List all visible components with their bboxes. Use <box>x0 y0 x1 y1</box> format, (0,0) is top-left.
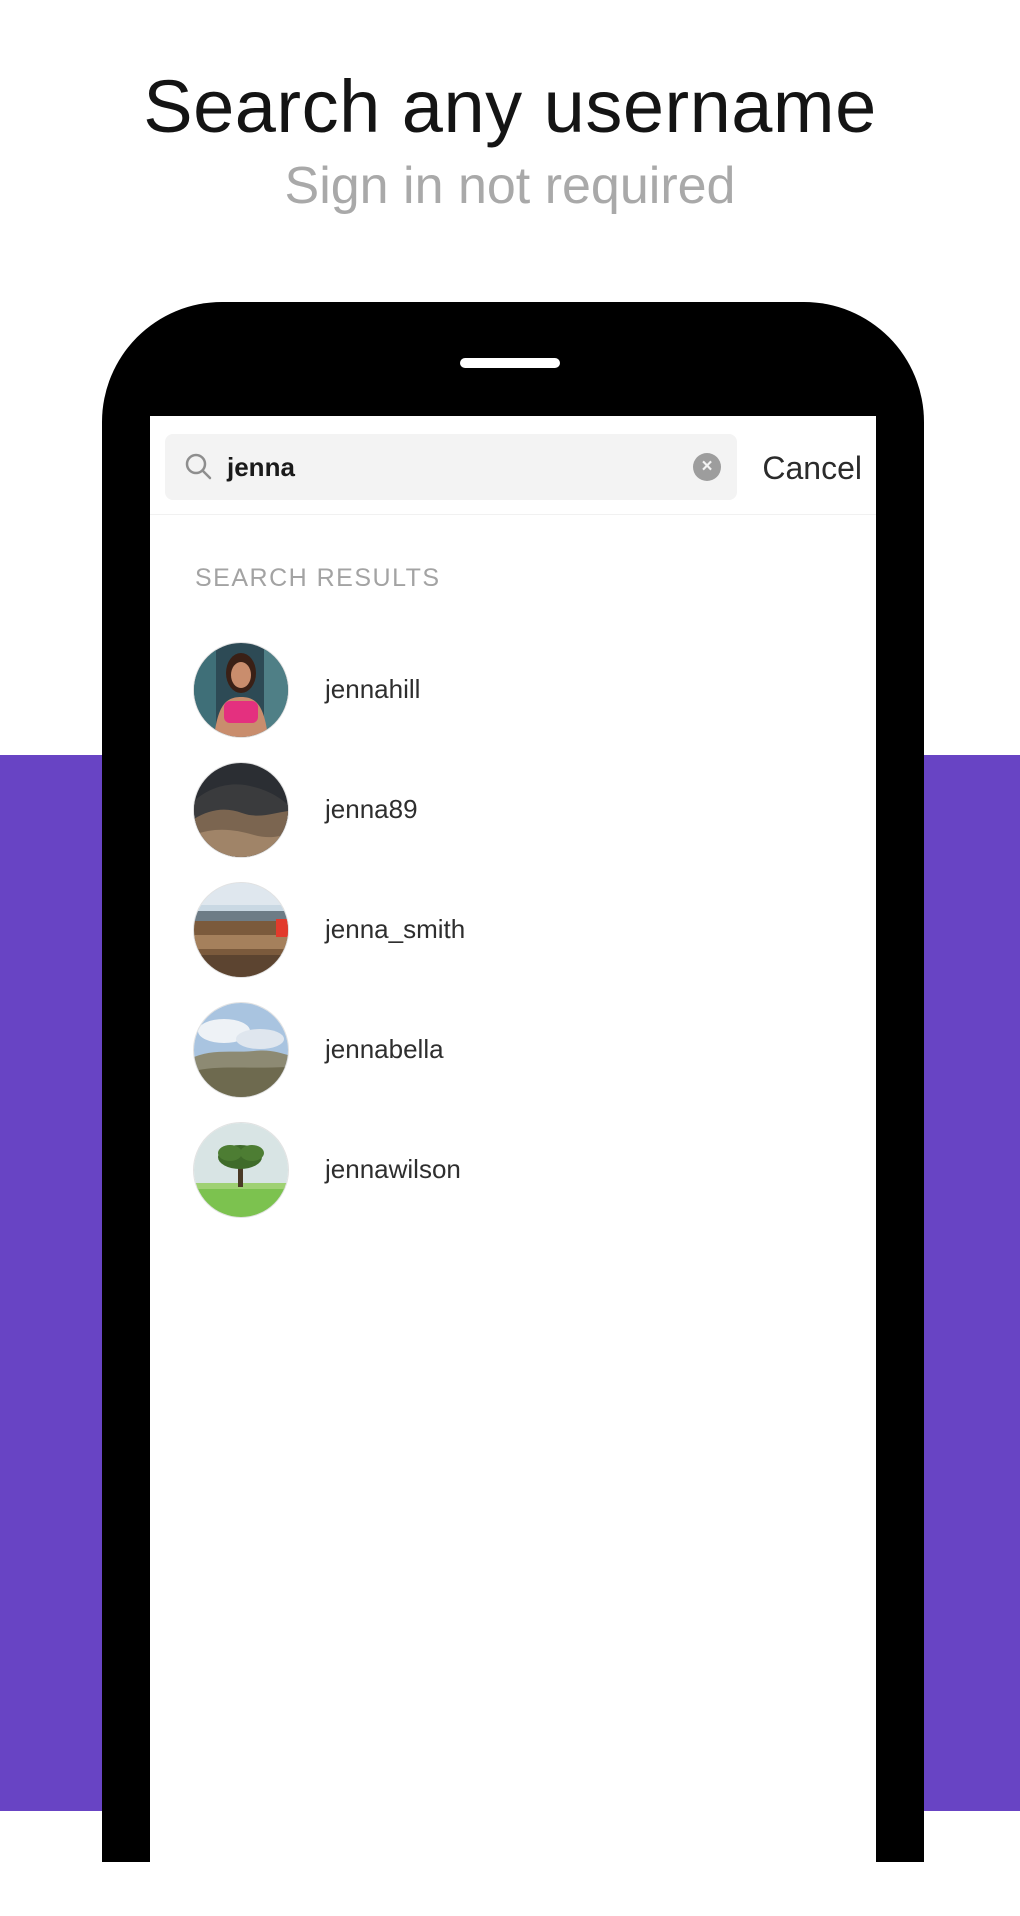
avatar <box>193 762 289 858</box>
list-item[interactable]: jennawilson <box>150 1112 876 1232</box>
page-title: Search any username <box>143 65 877 148</box>
list-item[interactable]: jenna_smith <box>150 872 876 992</box>
search-input[interactable]: jenna × <box>165 434 737 500</box>
list-item[interactable]: jennahill <box>150 632 876 752</box>
avatar <box>193 882 289 978</box>
list-item[interactable]: jenna89 <box>150 752 876 872</box>
phone-screen: jenna × Cancel SEARCH RESULTS jennahill … <box>150 416 876 1916</box>
avatar <box>193 1002 289 1098</box>
username: jennahill <box>325 674 421 704</box>
page-subtitle: Sign in not required <box>284 157 736 215</box>
phone-speaker <box>460 358 560 368</box>
search-query[interactable]: jenna <box>227 452 295 483</box>
search-icon <box>183 451 215 483</box>
avatar <box>193 642 289 738</box>
username: jenna89 <box>325 794 418 824</box>
list-item[interactable]: jennabella <box>150 992 876 1112</box>
result-list: jennahill jenna89 jenna_smith jennabella… <box>150 632 876 1232</box>
avatar <box>193 1122 289 1218</box>
username: jenna_smith <box>325 914 466 944</box>
search-bar: jenna × Cancel <box>150 416 876 515</box>
cancel-button[interactable]: Cancel <box>762 450 862 487</box>
username: jennawilson <box>325 1154 461 1184</box>
username: jennabella <box>325 1034 444 1064</box>
phone-frame: jenna × Cancel SEARCH RESULTS jennahill … <box>102 302 924 1916</box>
clear-icon[interactable]: × <box>693 453 721 481</box>
search-results-heading: SEARCH RESULTS <box>195 564 441 592</box>
